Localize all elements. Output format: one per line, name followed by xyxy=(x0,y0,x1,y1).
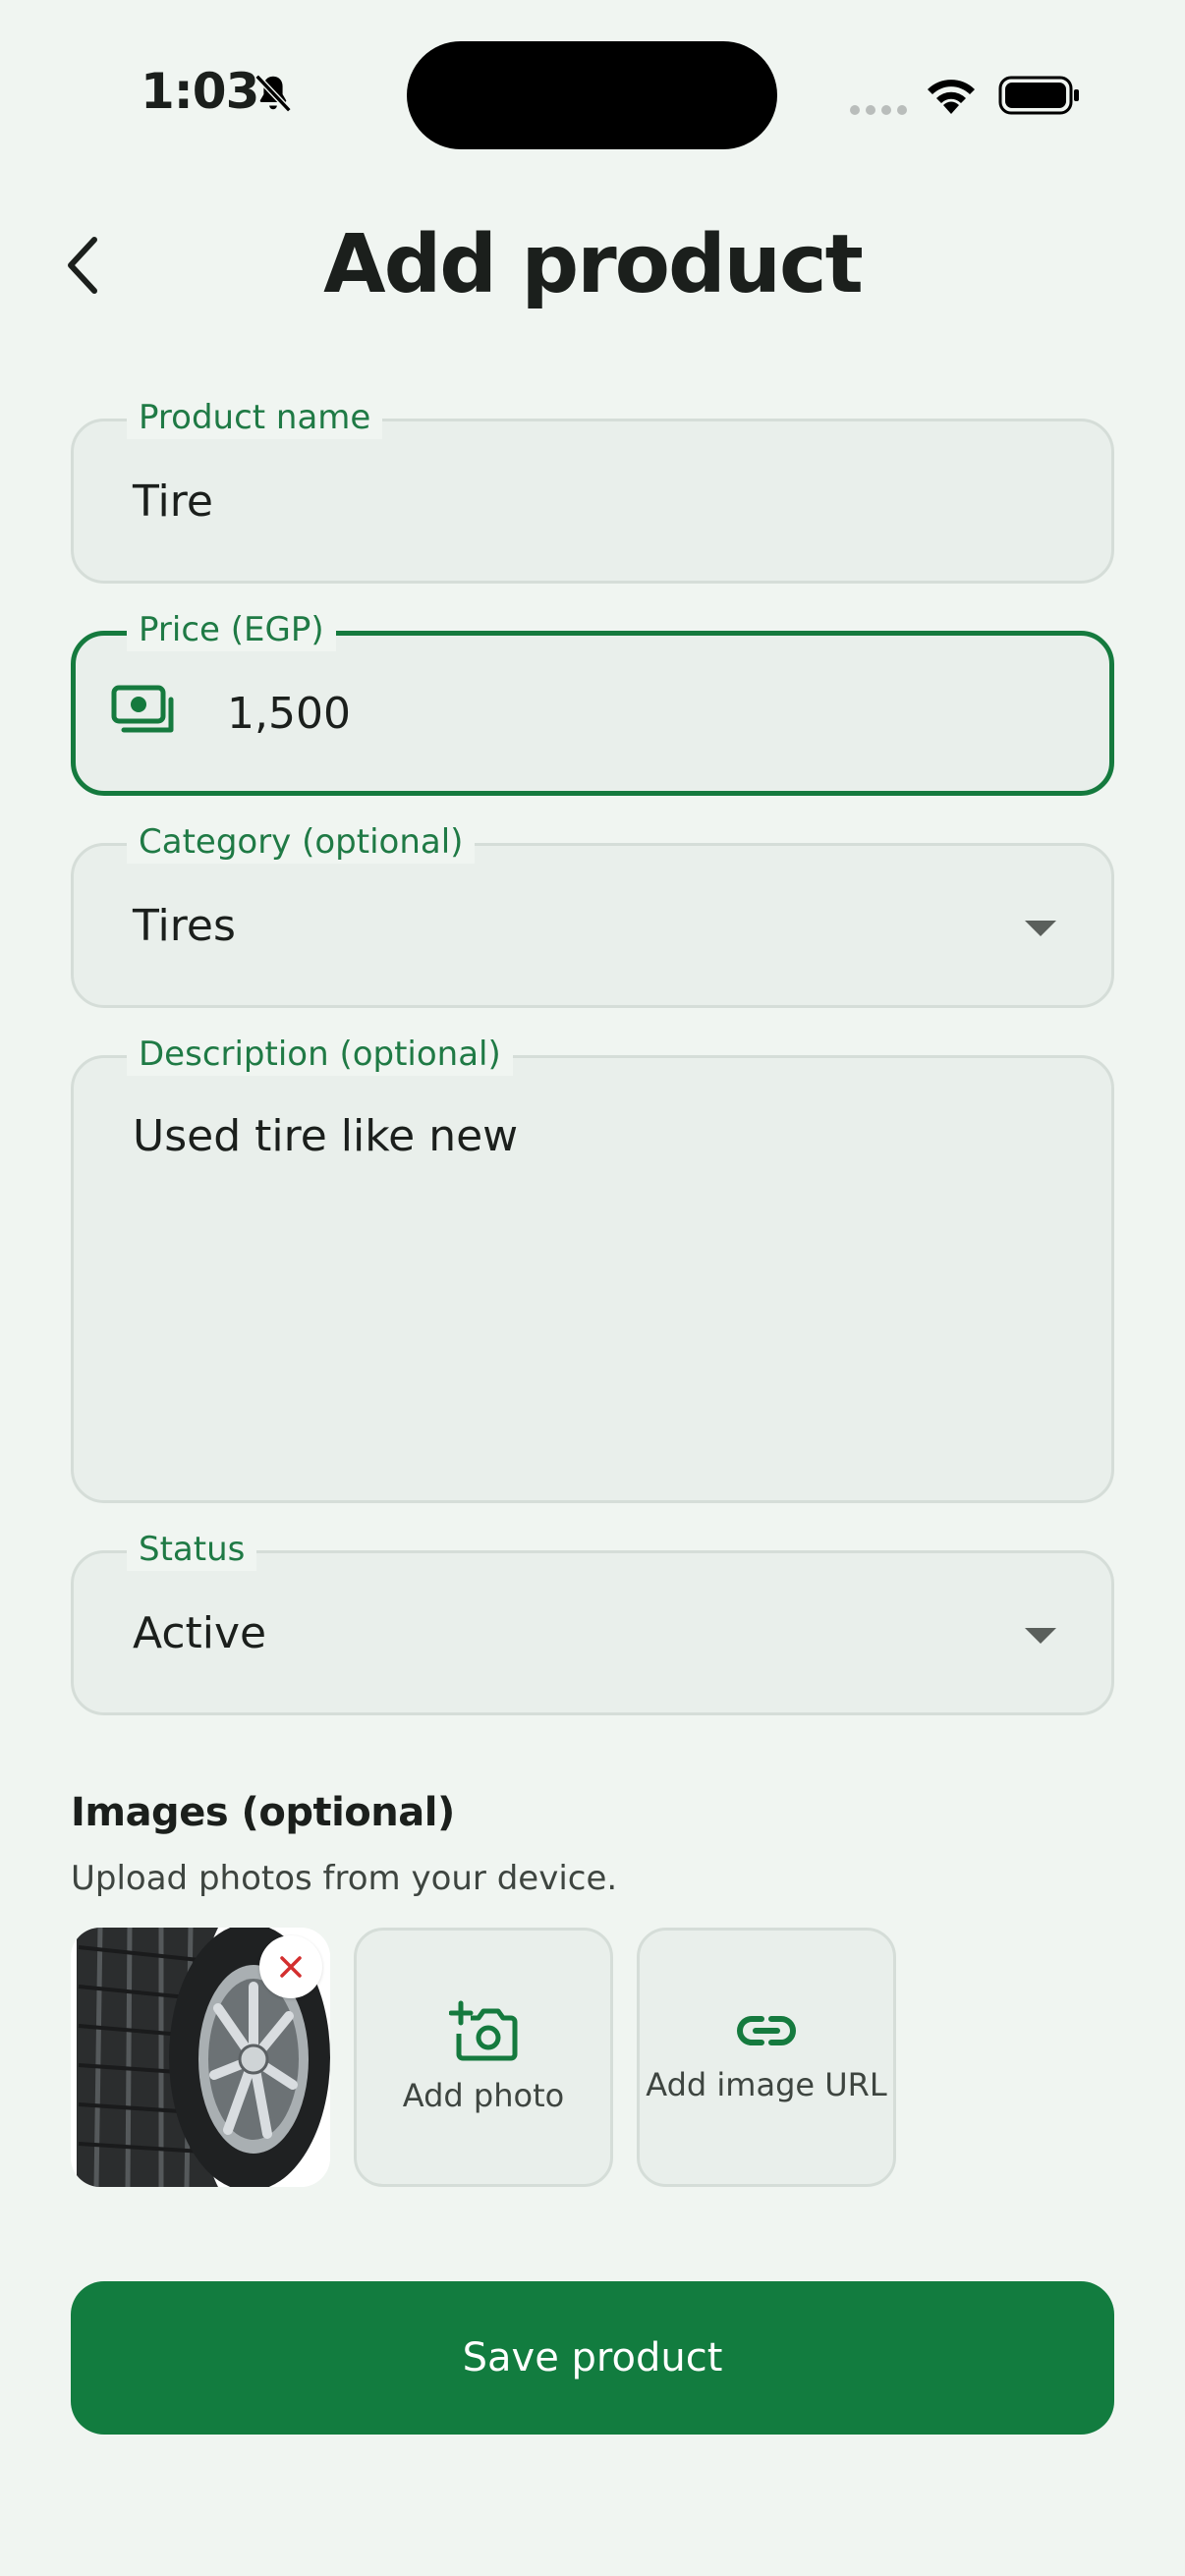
wifi-icon xyxy=(928,80,975,114)
money-icon xyxy=(111,685,174,733)
description-value: Used tire like new xyxy=(133,1111,519,1161)
product-name-label: Product name xyxy=(127,396,383,439)
add-photo-button[interactable]: Add photo xyxy=(354,1928,613,2187)
status-time: 1:03 xyxy=(141,63,259,120)
category-label: Category (optional) xyxy=(127,820,476,864)
price-label: Price (EGP) xyxy=(127,608,336,651)
close-icon xyxy=(280,1956,302,1978)
description-field[interactable]: Description (optional) Used tire like ne… xyxy=(71,1033,1114,1503)
caret-down-icon xyxy=(1025,921,1056,936)
status-value: Active xyxy=(133,1608,267,1658)
add-product-screen: 1:03 Add product Product name Tire Price… xyxy=(0,0,1185,2576)
add-image-url-label: Add image URL xyxy=(646,2066,887,2103)
add-image-url-button[interactable]: Add image URL xyxy=(637,1928,896,2187)
link-icon xyxy=(737,2016,796,2045)
images-section-title: Images (optional) xyxy=(71,1790,455,1835)
add-camera-icon xyxy=(449,2000,518,2061)
category-value: Tires xyxy=(133,901,236,951)
product-name-value: Tire xyxy=(133,476,213,527)
price-field[interactable]: Price (EGP) 1,500 xyxy=(71,608,1114,796)
caret-down-icon xyxy=(1025,1628,1056,1644)
add-photo-label: Add photo xyxy=(402,2077,565,2114)
status-select[interactable]: Status Active xyxy=(71,1528,1114,1715)
page-title: Add product xyxy=(323,218,864,311)
save-product-button[interactable]: Save product xyxy=(71,2281,1114,2435)
remove-image-button[interactable] xyxy=(259,1935,322,1998)
images-section-subtitle: Upload photos from your device. xyxy=(71,1859,618,1898)
description-label: Description (optional) xyxy=(127,1033,513,1076)
save-product-label: Save product xyxy=(462,2335,723,2380)
status-label: Status xyxy=(127,1528,257,1571)
category-select[interactable]: Category (optional) Tires xyxy=(71,820,1114,1008)
dynamic-island xyxy=(407,41,777,149)
price-value: 1,500 xyxy=(227,689,351,739)
battery-icon xyxy=(998,76,1079,115)
product-name-field[interactable]: Product name Tire xyxy=(71,396,1114,584)
signal-dots-icon xyxy=(850,105,907,115)
bell-slash-icon xyxy=(254,74,292,113)
